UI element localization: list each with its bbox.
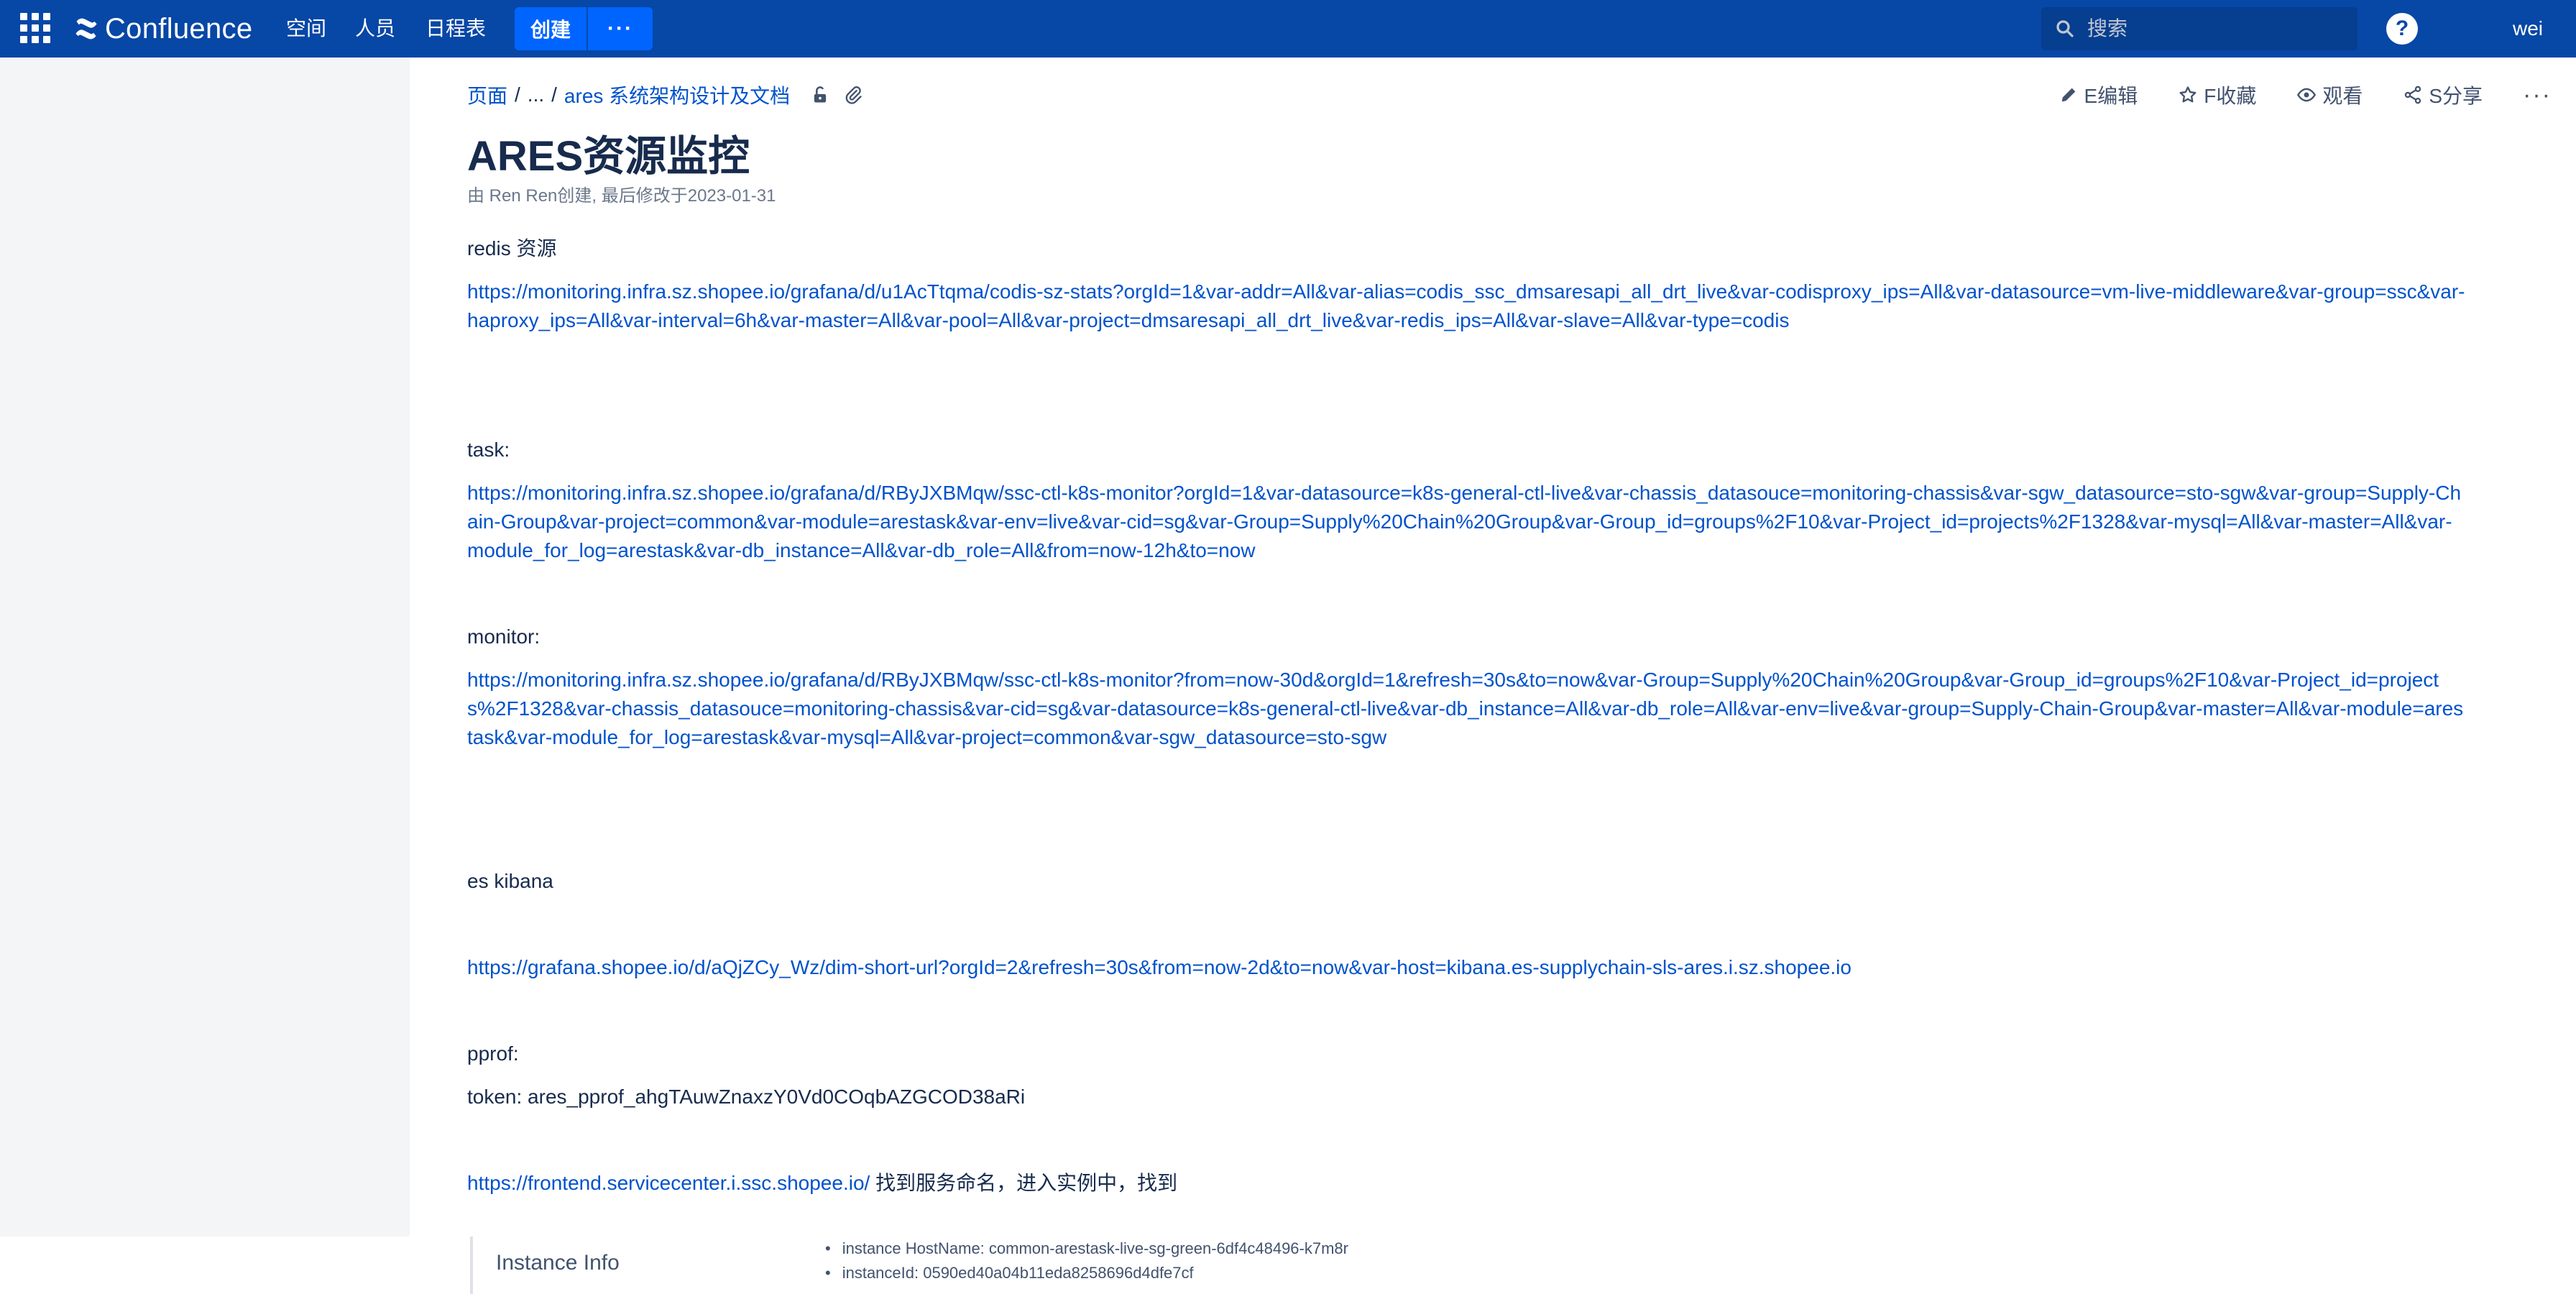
share-button[interactable]: S分享 <box>2403 81 2483 109</box>
instance-info-title[interactable]: Instance Info <box>496 1251 620 1275</box>
nav-calendars[interactable]: 日程表 <box>426 0 486 58</box>
monitor-link-paragraph: https://monitoring.infra.sz.shopee.io/gr… <box>467 666 2465 752</box>
breadcrumb-separator: / <box>551 83 557 106</box>
instance-info-panel: Instance Info instance HostName: common-… <box>470 1236 1479 1294</box>
edit-label: E编辑 <box>2084 85 2138 107</box>
breadcrumb-pages[interactable]: 页面 <box>467 81 507 109</box>
k8s-monitor-link[interactable]: https://monitoring.infra.sz.shopee.io/gr… <box>467 669 2463 748</box>
page-content: 页面 / ... / ares 系统架构设计及文档 E编辑 F收藏 观看 S分享… <box>467 58 2552 1294</box>
frontend-paragraph: https://frontend.servicecenter.i.ssc.sho… <box>467 1169 2465 1198</box>
pencil-icon <box>2061 88 2075 102</box>
breadcrumb-ellipsis[interactable]: ... <box>528 83 544 106</box>
user-menu[interactable]: wei <box>2513 0 2543 58</box>
more-actions-button[interactable]: ··· <box>2523 83 2552 107</box>
page-byline: 由 Ren Ren创建, 最后修改于2023-01-31 <box>467 186 776 206</box>
redis-label: redis 资源 <box>467 237 557 260</box>
list-item: instanceId: 0590ed40a04b11eda8258696d4df… <box>825 1261 1348 1285</box>
top-navigation-bar: Confluence 空间 人员 日程表 创建 ··· ? wei <box>0 0 2576 58</box>
confluence-logo[interactable]: Confluence <box>73 0 252 58</box>
task-monitor-link[interactable]: https://monitoring.infra.sz.shopee.io/gr… <box>467 482 2461 561</box>
service-center-note: 找到服务命名，进入实例中，找到 <box>870 1172 1178 1194</box>
breadcrumb-parent-page[interactable]: ares 系统架构设计及文档 <box>564 81 790 109</box>
help-icon[interactable]: ? <box>2386 13 2418 45</box>
watch-label: 观看 <box>2322 85 2363 107</box>
save-label: F收藏 <box>2204 85 2257 107</box>
app-switcher-icon[interactable] <box>20 13 53 46</box>
share-label: S分享 <box>2429 85 2483 107</box>
es-link-paragraph: https://grafana.shopee.io/d/aQjZCy_Wz/di… <box>467 953 2465 982</box>
redis-link-paragraph: https://monitoring.infra.sz.shopee.io/gr… <box>467 277 2465 335</box>
watch-button[interactable]: 观看 <box>2296 81 2363 109</box>
pprof-token: token: ares_pprof_ahgTAuwZnaxzY0Vd0COqbA… <box>467 1086 1026 1108</box>
es-kibana-label: es kibana <box>467 870 553 892</box>
eye-icon <box>2297 88 2317 102</box>
monitor-label: monitor: <box>467 625 540 648</box>
attachment-icon[interactable] <box>843 85 863 105</box>
redis-monitor-link[interactable]: https://monitoring.infra.sz.shopee.io/gr… <box>467 280 2465 331</box>
create-more-button[interactable]: ··· <box>588 7 653 50</box>
nav-people[interactable]: 人员 <box>355 0 395 58</box>
search-input[interactable] <box>2086 17 2347 41</box>
nav-spaces[interactable]: 空间 <box>286 0 326 58</box>
sidebar <box>0 58 410 1236</box>
confluence-logo-icon <box>75 18 97 40</box>
service-center-link[interactable]: https://frontend.servicecenter.i.ssc.sho… <box>467 1172 870 1194</box>
task-label: task: <box>467 439 510 461</box>
create-button[interactable]: 创建 <box>515 7 586 50</box>
search-icon <box>2056 20 2074 37</box>
star-icon <box>2179 86 2196 103</box>
share-icon <box>2405 86 2421 104</box>
kibana-link[interactable]: https://grafana.shopee.io/d/aQjZCy_Wz/di… <box>467 956 1852 978</box>
breadcrumb-separator: / <box>515 83 520 106</box>
search-box[interactable] <box>2041 7 2358 50</box>
breadcrumb: 页面 / ... / ares 系统架构设计及文档 <box>467 81 863 109</box>
save-for-later-button[interactable]: F收藏 <box>2178 81 2256 109</box>
task-link-paragraph: https://monitoring.infra.sz.shopee.io/gr… <box>467 479 2465 565</box>
edit-button[interactable]: E编辑 <box>2058 81 2138 109</box>
unlock-icon[interactable] <box>810 85 830 105</box>
instance-info-list: instance HostName: common-arestask-live-… <box>825 1236 1348 1285</box>
list-item: instance HostName: common-arestask-live-… <box>825 1236 1348 1261</box>
logo-text: Confluence <box>105 12 253 45</box>
page-actions: E编辑 F收藏 观看 S分享 ··· <box>2018 79 2552 111</box>
page-title: ARES资源监控 <box>467 133 750 180</box>
pprof-label: pprof: <box>467 1042 519 1065</box>
